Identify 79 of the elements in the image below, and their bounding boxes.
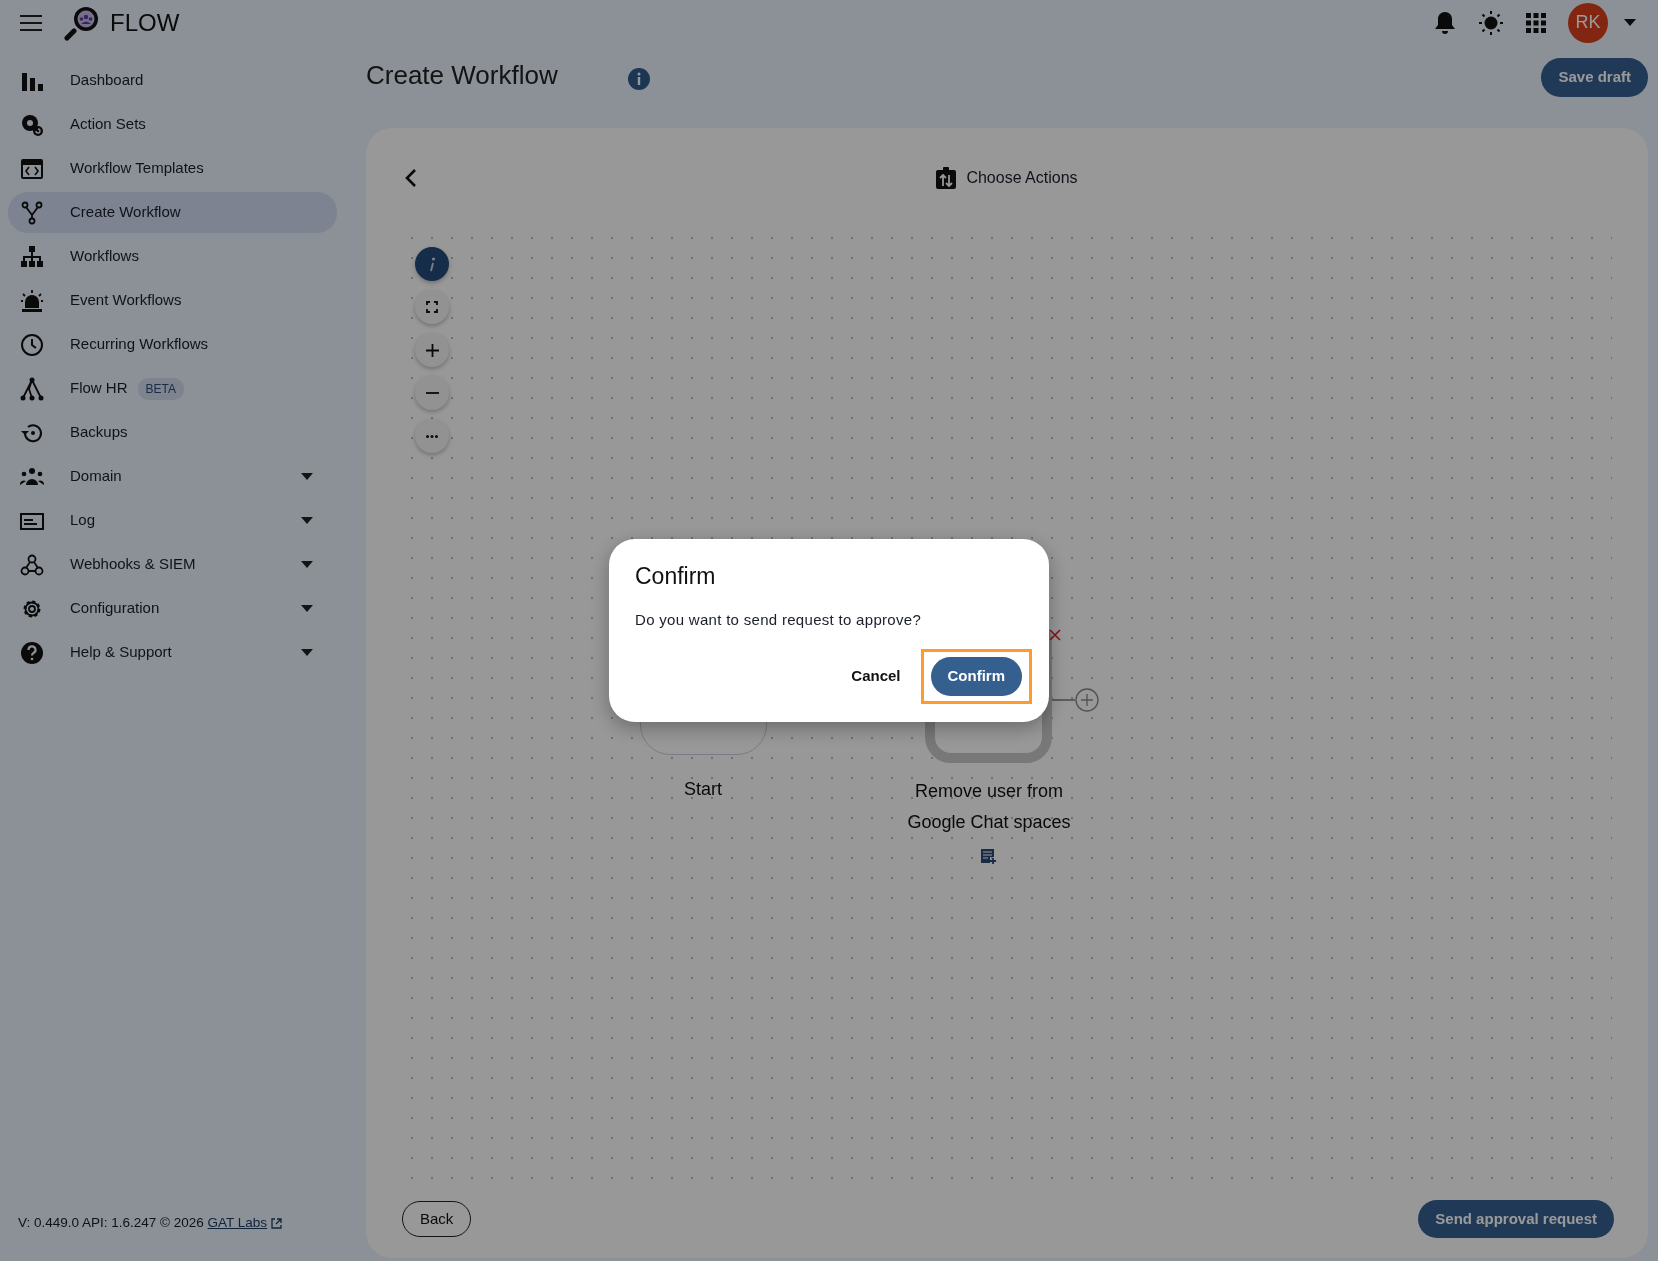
siren-icon (20, 288, 44, 313)
info-button[interactable] (415, 247, 449, 281)
sidebar-label: Backups (70, 422, 128, 443)
sidebar-item[interactable]: Event Workflows (8, 280, 337, 321)
sidebar-label: Dashboard (70, 70, 144, 91)
expand-caret-icon[interactable] (301, 649, 313, 656)
apps-grid-icon[interactable] (1526, 12, 1546, 33)
send-approval-request-button[interactable]: Send approval request (1418, 1199, 1614, 1239)
back-chevron-icon[interactable] (405, 169, 417, 187)
fit-view-button[interactable] (415, 290, 449, 324)
beta-badge: BETA (137, 377, 184, 400)
dialog-title: Confirm (635, 563, 717, 591)
menu-icon[interactable] (20, 14, 42, 31)
sidebar-label: Event Workflows (70, 290, 182, 311)
external-link-icon (270, 1217, 282, 1229)
more-icon (426, 434, 438, 438)
sidebar-label: Action Sets (70, 114, 146, 135)
step-title: Choose Actions (966, 168, 1078, 188)
notification-bell-icon[interactable] (1434, 10, 1456, 35)
dialog-message: Do you want to send request to approve? (635, 609, 923, 630)
branch-icon (20, 200, 44, 225)
webhook-icon (20, 552, 44, 577)
info-icon (428, 256, 436, 272)
sidebar-item[interactable]: Backups (8, 412, 337, 453)
sidebar-item[interactable]: Dashboard (8, 60, 337, 101)
caret-icon[interactable] (1624, 19, 1636, 26)
info-icon[interactable] (627, 68, 650, 90)
node-label: Remove user from Google Chat spaces (906, 780, 1072, 834)
sidebar-item[interactable]: Create Workflow (8, 192, 337, 233)
sidebar-label: Webhooks & SIEM (70, 554, 196, 575)
expand-caret-icon[interactable] (301, 605, 313, 612)
gat-labs-link[interactable]: GAT Labs (207, 1214, 268, 1230)
sidebar-item[interactable]: Workflows (8, 236, 337, 277)
page-title: Create Workflow (366, 60, 558, 92)
expand-caret-icon[interactable] (301, 561, 313, 568)
delete-icon[interactable] (1049, 629, 1061, 641)
sidebar-item[interactable]: Workflow Templates (8, 148, 337, 189)
sidebar-label: Log (70, 510, 96, 531)
sidebar-item[interactable]: Flow HR BETA (8, 368, 337, 409)
sidebar-item[interactable]: Action Sets (8, 104, 337, 145)
sidebar-label: Help & Support (70, 642, 172, 663)
sidebar-label: Domain (70, 466, 122, 487)
connector-line (1052, 699, 1075, 701)
zoom-out-button[interactable] (415, 376, 449, 410)
sidebar-label: Recurring Workflows (70, 334, 209, 355)
cancel-button[interactable]: Cancel (845, 657, 907, 696)
sidebar-item[interactable]: Recurring Workflows (8, 324, 337, 365)
add-step-icon[interactable] (1075, 688, 1099, 712)
fullscreen-icon (426, 301, 438, 313)
plus-icon (425, 343, 439, 357)
expand-caret-icon[interactable] (301, 473, 313, 480)
clock-icon (20, 332, 44, 357)
app-name: FLOW (110, 7, 180, 38)
zoom-in-button[interactable] (415, 333, 449, 367)
version-info: V: 0.449.0 API: 1.6.247 © 2026 (18, 1214, 205, 1230)
sidebar-item[interactable]: Configuration (8, 588, 337, 629)
more-options-button[interactable] (415, 419, 449, 453)
sidebar-label: Workflow Templates (70, 158, 204, 179)
sidebar-label: Workflows (70, 246, 139, 267)
add-note-icon[interactable] (980, 848, 996, 864)
sidebar-label: Create Workflow (70, 202, 181, 223)
help-icon (20, 640, 44, 665)
sidebar-item[interactable]: Webhooks & SIEM (8, 544, 337, 585)
sidebar-label: Configuration (70, 598, 160, 619)
sidebar-item[interactable]: Log (8, 500, 337, 541)
minus-icon (425, 392, 439, 394)
network-icon (20, 376, 44, 401)
save-draft-button[interactable]: Save draft (1541, 58, 1648, 97)
sidebar-label: Flow HR (70, 378, 128, 399)
sidebar-item[interactable]: Domain (8, 456, 337, 497)
expand-caret-icon[interactable] (301, 517, 313, 524)
hierarchy-icon (20, 244, 44, 269)
sun-icon[interactable] (1478, 9, 1504, 36)
code-window-icon (20, 156, 44, 181)
node-label: Start (683, 778, 723, 801)
user-avatar[interactable]: RK (1568, 2, 1608, 43)
sidebar-item[interactable]: Help & Support (8, 632, 337, 673)
confirm-button[interactable]: Confirm (930, 657, 1022, 696)
clipboard-arrows-icon (936, 167, 957, 189)
